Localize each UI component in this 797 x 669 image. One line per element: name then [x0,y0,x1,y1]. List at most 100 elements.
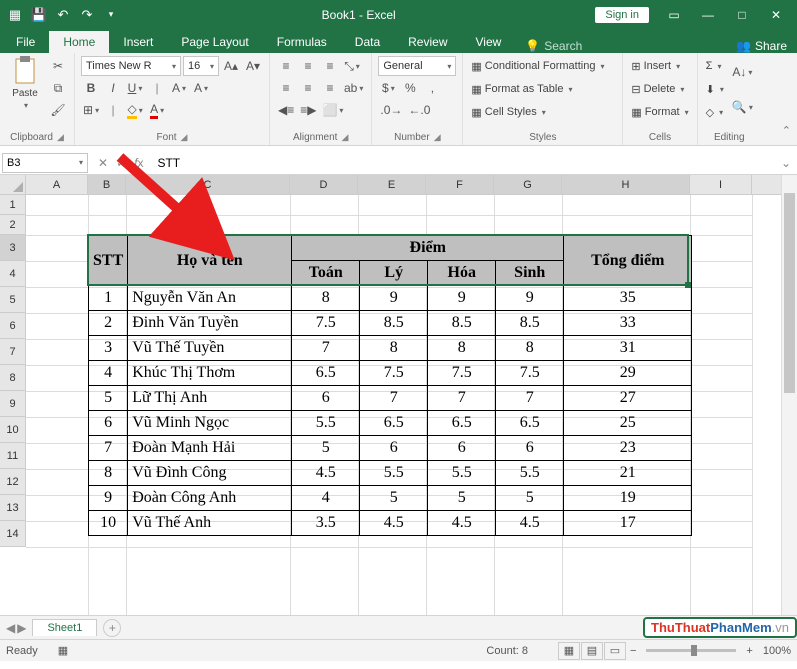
col-header-A[interactable]: A [26,175,88,194]
format-as-table-button[interactable]: ▦Format as Table▾ [469,79,606,99]
tab-home[interactable]: Home [49,31,109,53]
font-name-combo[interactable]: Times New R▾ [81,56,181,76]
font-size-combo[interactable]: 16▾ [183,56,219,76]
italic-icon[interactable]: I [103,78,123,98]
page-layout-icon[interactable]: ▤ [581,642,603,660]
ribbon-display-icon[interactable]: ▭ [657,4,691,26]
autosum-button[interactable]: Σ▾ [704,56,726,76]
row-header-14[interactable]: 14 [0,521,25,547]
row-headers[interactable]: 1234567891011121314 [0,195,26,547]
save-icon[interactable]: 💾 [28,4,50,26]
row-header-2[interactable]: 2 [0,215,25,235]
underline-icon[interactable]: U▾ [125,78,145,98]
row-header-11[interactable]: 11 [0,443,25,469]
align-bottom-icon[interactable]: ≡ [320,56,340,76]
col-header-F[interactable]: F [426,175,494,194]
conditional-formatting-button[interactable]: ▦Conditional Formatting▾ [469,56,606,76]
font-color-icon[interactable]: A▾ [147,100,167,120]
fill-button[interactable]: ⬇▾ [704,79,726,99]
close-icon[interactable]: ✕ [759,4,793,26]
row-header-10[interactable]: 10 [0,417,25,443]
cell-styles-button[interactable]: ▦Cell Styles▾ [469,102,606,122]
align-center-icon[interactable]: ≡ [298,78,318,98]
page-break-icon[interactable]: ▭ [604,642,626,660]
col-header-E[interactable]: E [358,175,426,194]
increase-decimal-icon[interactable]: .0→ [378,100,404,120]
shrink-font-a-icon[interactable]: A▾ [191,78,211,98]
borders-icon[interactable]: ⊞▾ [81,100,101,120]
dialog-launcher-icon[interactable]: ◢ [57,132,64,143]
formula-input[interactable]: STT [153,156,774,170]
cut-icon[interactable]: ✂ [48,56,68,76]
prev-sheet-icon[interactable]: ◀ [6,621,15,635]
row-header-13[interactable]: 13 [0,495,25,521]
undo-icon[interactable]: ↶ [52,4,74,26]
select-all-button[interactable] [0,175,26,195]
decrease-indent-icon[interactable]: ◀≡ [276,100,296,120]
tab-insert[interactable]: Insert [109,31,167,53]
col-header-G[interactable]: G [494,175,562,194]
find-select-icon[interactable]: 🔍▾ [730,91,755,123]
paste-button[interactable]: Paste ▾ [6,56,44,110]
dialog-launcher-icon[interactable]: ◢ [341,132,348,143]
dialog-launcher-icon[interactable]: ◢ [434,132,441,143]
sort-filter-icon[interactable]: A↓▾ [730,56,755,88]
insert-cells-button[interactable]: ⊞Insert▾ [629,56,690,76]
format-cells-button[interactable]: ▦Format▾ [629,102,690,122]
orientation-icon[interactable]: ⤡▾ [342,56,362,76]
align-top-icon[interactable]: ≡ [276,56,296,76]
row-header-6[interactable]: 6 [0,313,25,339]
tab-file[interactable]: File [2,31,49,53]
maximize-icon[interactable]: □ [725,4,759,26]
align-right-icon[interactable]: ≡ [320,78,340,98]
increase-font-icon[interactable]: A▴ [221,56,241,76]
row-header-4[interactable]: 4 [0,261,25,287]
format-painter-icon[interactable]: 🖌 [48,100,68,120]
zoom-in-icon[interactable]: + [742,645,756,657]
row-header-12[interactable]: 12 [0,469,25,495]
collapse-ribbon-icon[interactable]: ⌃ [782,124,791,137]
col-header-H[interactable]: H [562,175,690,194]
tab-page-layout[interactable]: Page Layout [167,31,262,53]
normal-view-icon[interactable]: ▦ [558,642,580,660]
minimize-icon[interactable]: — [691,4,725,26]
tab-review[interactable]: Review [394,31,461,53]
cancel-formula-icon[interactable]: ✕ [98,156,108,170]
customize-qa-icon[interactable]: ▾ [100,4,122,26]
new-sheet-button[interactable]: + [103,619,121,637]
row-header-1[interactable]: 1 [0,195,25,215]
tab-view[interactable]: View [462,31,516,53]
accounting-icon[interactable]: $▾ [378,78,398,98]
wrap-text-icon[interactable]: ab▾ [342,78,365,98]
vertical-scrollbar[interactable] [781,175,797,615]
zoom-slider[interactable] [646,649,736,652]
row-header-7[interactable]: 7 [0,339,25,365]
signin-button[interactable]: Sign in [595,7,649,23]
col-header-I[interactable]: I [690,175,752,194]
grow-font-a-icon[interactable]: A▾ [169,78,189,98]
zoom-level[interactable]: 100% [763,645,791,657]
align-left-icon[interactable]: ≡ [276,78,296,98]
redo-icon[interactable]: ↷ [76,4,98,26]
clear-button[interactable]: ◇▾ [704,102,726,122]
decrease-font-icon[interactable]: A▾ [243,56,263,76]
share-button[interactable]: 👥Share [728,39,795,53]
align-middle-icon[interactable]: ≡ [298,56,318,76]
row-header-9[interactable]: 9 [0,391,25,417]
merge-center-icon[interactable]: ⬜▾ [320,100,345,120]
decrease-decimal-icon[interactable]: ←.0 [406,100,432,120]
fill-color-icon[interactable]: ◇▾ [125,100,145,120]
tell-me-search[interactable]: 💡Search [515,39,592,53]
zoom-out-icon[interactable]: − [626,645,640,657]
next-sheet-icon[interactable]: ▶ [17,621,26,635]
dialog-launcher-icon[interactable]: ◢ [181,132,188,143]
number-format-combo[interactable]: General▾ [378,56,456,76]
comma-icon[interactable]: , [422,78,442,98]
row-header-3[interactable]: 3 [0,235,25,261]
expand-formula-icon[interactable]: ⌄ [775,156,797,170]
tab-formulas[interactable]: Formulas [263,31,341,53]
tab-data[interactable]: Data [341,31,394,53]
bold-icon[interactable]: B [81,78,101,98]
name-box[interactable]: B3▾ [2,153,88,173]
col-header-D[interactable]: D [290,175,358,194]
